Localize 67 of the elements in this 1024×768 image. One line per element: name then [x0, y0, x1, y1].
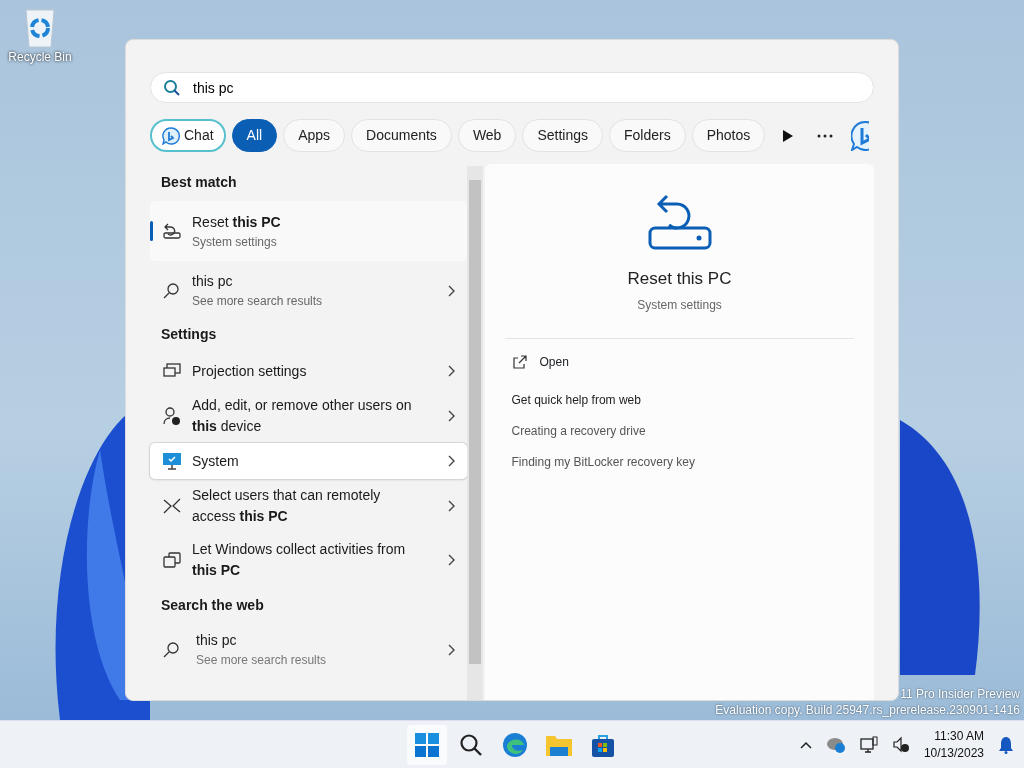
filter-tab[interactable]: Documents: [351, 119, 452, 152]
result-title: this pc: [192, 272, 234, 291]
reset-icon: [646, 194, 713, 252]
watermark-text: 11 Pro Insider Preview: [900, 686, 1020, 703]
help-link[interactable]: Finding my BitLocker recovery key: [511, 453, 695, 471]
filter-tab[interactable]: Web: [457, 119, 517, 152]
result-item[interactable]: Projection settings: [150, 353, 467, 389]
result-item[interactable]: Reset this PC System settings: [150, 201, 467, 261]
network-icon[interactable]: [859, 735, 878, 754]
section-heading: Search the web: [160, 596, 265, 615]
help-link[interactable]: Creating a recovery drive: [511, 422, 646, 440]
user-add-icon: [162, 406, 182, 426]
cloud-info-icon[interactable]: [825, 735, 846, 754]
arrows-icon: [162, 496, 182, 516]
search-icon: [162, 639, 182, 660]
result-title: this pc: [196, 631, 237, 650]
recycle-bin-icon: [23, 6, 57, 48]
external-link-icon: [512, 354, 527, 369]
result-title: Projection settings: [192, 361, 307, 381]
chat-logo-icon: [162, 126, 180, 145]
result-title: System: [192, 451, 239, 471]
windows-stack-icon: [162, 550, 182, 570]
search-icon: [459, 733, 483, 757]
help-heading: Get quick help from web: [511, 392, 642, 409]
section-heading: Best match: [160, 173, 238, 192]
preview-subtitle: System settings: [637, 296, 722, 314]
result-item[interactable]: this pc See more search results: [150, 624, 467, 675]
result-item[interactable]: Add, edit, or remove other users on this device: [150, 389, 467, 443]
result-note: See more search results: [196, 652, 327, 669]
filter-tab[interactable]: All: [231, 119, 278, 152]
clock[interactable]: 11:30 AM 10/13/2023: [923, 728, 984, 761]
result-item[interactable]: this pc See more search results: [150, 265, 467, 316]
filter-tab[interactable]: Folders: [609, 119, 686, 152]
filter-tab[interactable]: Settings: [522, 119, 603, 152]
windows-logo-icon: [415, 733, 439, 757]
filter-tab[interactable]: Apps: [283, 119, 346, 152]
result-subtitle: System settings: [192, 233, 278, 251]
filter-tab[interactable]: Photos: [691, 119, 766, 152]
result-item[interactable]: System: [150, 443, 467, 479]
store-bag-icon: [592, 733, 614, 757]
preview-title: Reset this PC: [627, 268, 732, 290]
result-item[interactable]: Let Windows collect activities from this PC: [150, 533, 467, 587]
open-link[interactable]: Open: [511, 351, 854, 372]
bell-icon[interactable]: [998, 735, 1014, 754]
section-heading: Settings: [160, 325, 218, 344]
search-icon: [163, 79, 181, 97]
result-title: Add, edit, or remove other users on this device: [192, 396, 413, 436]
monitor-icon: [162, 451, 182, 471]
scrollbar[interactable]: [467, 166, 483, 700]
search-icon: [162, 280, 182, 301]
play-icon: [783, 129, 794, 142]
more-dots-icon: [817, 133, 834, 138]
result-item[interactable]: Select users that can remotely access this PC: [150, 479, 467, 533]
watermark-text: Evaluation copy. Build 25947.rs_prerelease.230901-1416: [715, 702, 1020, 719]
result-title: Select users that can remotely access this PC: [192, 486, 382, 526]
result-title: Reset this PC: [192, 212, 281, 232]
browser-icon: [502, 732, 528, 758]
chat-logo-icon: [851, 120, 870, 151]
result-subtitle: See more search results: [192, 293, 323, 310]
reset-icon: [162, 221, 182, 241]
chevron-up-icon[interactable]: [799, 740, 812, 749]
speaker-muted-icon[interactable]: [891, 735, 910, 754]
folder-icon: [546, 734, 572, 756]
search-field[interactable]: this pc: [150, 72, 874, 103]
result-title: Let Windows collect activities from this PC: [192, 540, 407, 580]
start-button[interactable]: [407, 725, 447, 765]
filter-tab[interactable]: Chat: [150, 119, 226, 152]
